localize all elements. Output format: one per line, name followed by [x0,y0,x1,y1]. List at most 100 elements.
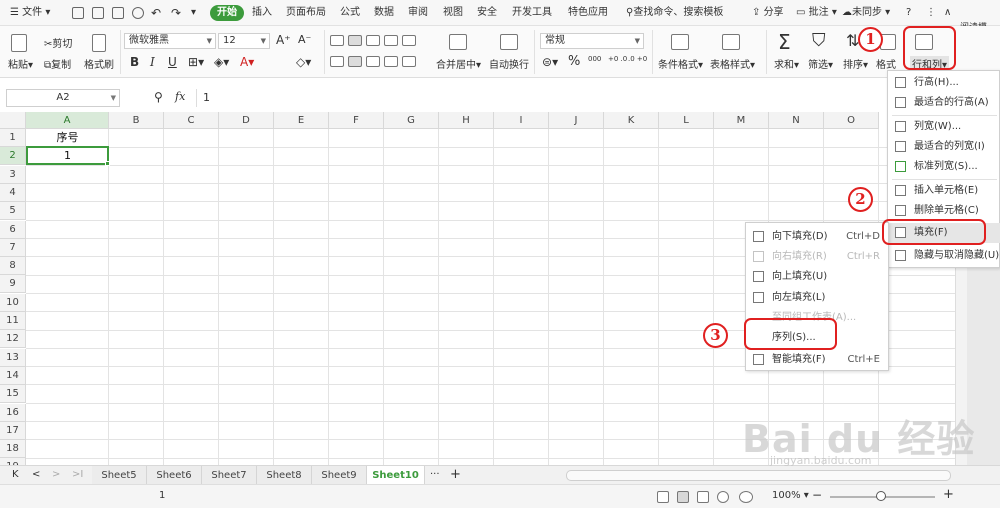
more-sheets-button[interactable]: ··· [430,469,440,480]
wrap-text-button[interactable]: 自动换行 [489,56,529,71]
export-icon[interactable] [92,7,104,19]
tab-view[interactable]: 视图 [443,5,463,21]
paste-button[interactable]: 粘贴▾ [8,56,33,71]
sort-button[interactable]: 排序▾ [843,56,868,71]
tab-data[interactable]: 数据 [374,5,394,21]
print-icon[interactable] [112,7,124,19]
menu-item-smart-fill[interactable]: 智能填充(F) Ctrl+E [746,350,890,370]
tab-page-layout[interactable]: 页面布局 [286,5,326,21]
row-header[interactable]: 18 [0,440,26,459]
format-painter-button[interactable]: 格式刷 [84,56,114,71]
row-header[interactable]: 15 [0,385,26,404]
row-header[interactable]: 19 [0,458,26,465]
align-center-icon[interactable] [348,56,362,67]
sheet-tab[interactable]: Sheet8 [257,466,312,485]
funnel-icon[interactable]: ⛉ [812,30,826,51]
column-header[interactable]: N [769,112,824,129]
more-options-button[interactable]: ⋮ [926,5,936,21]
zoom-slider-thumb[interactable] [876,491,886,501]
column-header[interactable]: J [549,112,604,129]
cell-a2-selected[interactable]: 1 [26,146,109,165]
column-header[interactable]: E [274,112,329,129]
underline-button[interactable]: U [168,55,177,69]
conditional-format-icon[interactable] [671,34,689,50]
font-size-select[interactable]: 12 ▼ [218,33,270,49]
row-header[interactable]: 13 [0,348,26,367]
page-break-view-icon[interactable] [697,491,709,503]
column-header[interactable]: B [109,112,164,129]
clear-button[interactable]: ◇▾ [296,55,311,69]
menu-item-fill-left[interactable]: 向左填充(L) [746,288,890,308]
sheet-tab-active[interactable]: Sheet10 [367,466,425,485]
column-header[interactable]: F [329,112,384,129]
name-box[interactable]: A2 ▼ [6,89,120,107]
decrease-decimal-button[interactable]: .0 +0 [628,55,647,63]
sheet-tab[interactable]: Sheet9 [312,466,367,485]
column-header[interactable]: I [494,112,549,129]
menu-item-autofit-row[interactable]: 最适合的行高(A) [888,93,1000,113]
tab-developer[interactable]: 开发工具 [512,5,552,21]
tab-home[interactable]: 开始 [210,5,244,21]
fill-handle[interactable] [105,161,110,166]
cut-button[interactable]: ✂剪切 [44,35,72,50]
sheet-tab[interactable]: Sheet6 [147,466,202,485]
more-quick-icon[interactable]: ▾ [191,5,196,21]
grow-font-button[interactable]: A⁺ [276,33,291,47]
row-header[interactable]: 11 [0,312,26,330]
tab-security[interactable]: 安全 [477,5,497,21]
menu-item-insert-cells[interactable]: 插入单元格(E) [888,181,1000,201]
align-left-icon[interactable] [330,56,344,67]
sync-button[interactable]: ☁未同步 ▾ [842,5,890,21]
menu-item-col-width[interactable]: 列宽(W)... [888,117,1000,137]
row-header[interactable]: 12 [0,330,26,349]
align-bottom-icon[interactable] [366,35,380,46]
normal-view-icon[interactable] [677,491,689,503]
zoom-out-button[interactable]: − [812,488,822,502]
row-header[interactable]: 7 [0,238,26,257]
comment-button[interactable]: ▭ 批注 ▾ [796,5,837,21]
cell-a1[interactable]: 序号 [26,129,109,147]
copy-button[interactable]: ⧉复制 [44,56,71,71]
row-header[interactable]: 9 [0,275,26,294]
tab-formula[interactable]: 公式 [340,5,360,21]
page-layout-view-icon[interactable] [717,491,729,503]
fill-color-button[interactable]: ◈▾ [214,55,229,69]
row-header[interactable]: 17 [0,421,26,440]
column-header[interactable]: L [659,112,714,129]
sheet-tab[interactable]: Sheet5 [92,466,147,485]
menu-item-fill-down[interactable]: 向下填充(D) Ctrl+D [746,227,890,247]
row-header[interactable]: 16 [0,403,26,422]
row-header[interactable]: 8 [0,257,26,276]
column-header[interactable]: M [714,112,769,129]
row-header[interactable]: 14 [0,366,26,385]
horizontal-scrollbar[interactable] [566,470,951,481]
formula-input[interactable]: 1 [196,89,951,107]
shrink-font-button[interactable]: A⁻ [298,33,311,46]
command-search[interactable]: ⚲查找命令、搜索模板 [626,5,723,21]
row-header[interactable]: 6 [0,220,26,239]
eye-protection-icon[interactable] [739,491,753,503]
row-header[interactable]: 2 [0,147,26,166]
sigma-icon[interactable]: Σ [778,30,791,54]
table-style-button[interactable]: 表格样式▾ [710,56,755,71]
thousand-separator-button[interactable]: 000 [588,55,601,63]
share-button[interactable]: ⇪ 分享 [752,5,784,21]
save-icon[interactable] [72,7,84,19]
currency-button[interactable]: ⊜▾ [542,55,558,69]
menu-item-autofit-col[interactable]: 最适合的列宽(I) [888,137,1000,157]
conditional-format-button[interactable]: 条件格式▾ [658,56,703,71]
prev-sheet-icon[interactable]: < [32,469,40,480]
first-sheet-icon[interactable]: K [12,469,19,480]
row-header[interactable]: 5 [0,202,26,221]
outdent-icon[interactable] [402,35,416,46]
file-menu[interactable]: ☰ 文件 ▾ [10,5,50,21]
merge-center-button[interactable]: 合并居中▾ [436,56,481,71]
italic-button[interactable]: I [150,55,155,69]
percent-button[interactable]: % [568,54,580,69]
row-header[interactable]: 4 [0,183,26,202]
border-button[interactable]: ⊞▾ [188,55,204,69]
table-style-icon[interactable] [722,34,740,50]
align-right-icon[interactable] [366,56,380,67]
wrap-icon[interactable] [500,34,518,50]
menu-item-delete-cells[interactable]: 删除单元格(C) [888,201,1000,221]
